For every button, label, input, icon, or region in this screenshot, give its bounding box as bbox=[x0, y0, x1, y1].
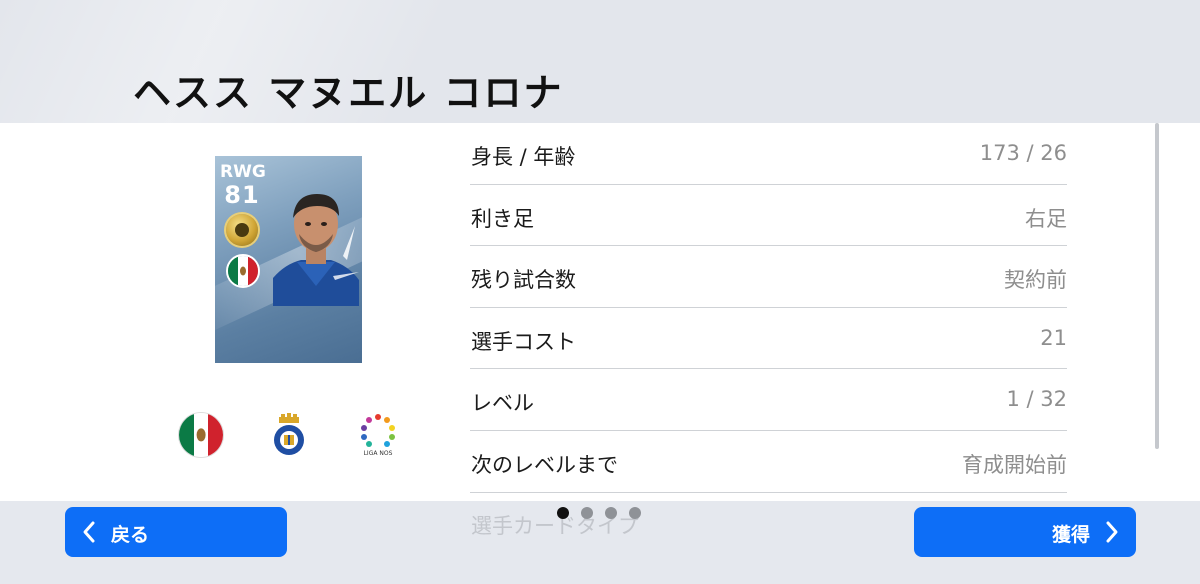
card-position: RWG bbox=[220, 162, 266, 182]
header-bar: ヘスス マヌエル コロナ bbox=[0, 0, 1200, 123]
detail-row-next-level: 次のレベルまで 育成開始前 bbox=[470, 431, 1067, 493]
page-dot-1[interactable] bbox=[557, 507, 569, 519]
detail-label: 次のレベルまで bbox=[471, 452, 618, 477]
page-dot-3[interactable] bbox=[605, 507, 617, 519]
detail-row-remaining-matches: 残り試合数 契約前 bbox=[470, 246, 1067, 308]
detail-value: 右足 bbox=[1025, 206, 1067, 231]
detail-value: 育成開始前 bbox=[962, 452, 1067, 477]
mexico-flag-icon bbox=[226, 254, 260, 288]
nationality-badge[interactable] bbox=[179, 413, 223, 457]
detail-row-level: レベル 1 / 32 bbox=[470, 369, 1067, 431]
detail-value: 契約前 bbox=[1004, 268, 1067, 293]
player-details-list: 身長 / 年齢 173 / 26 利き足 右足 残り試合数 契約前 選手コスト … bbox=[470, 123, 1067, 493]
back-button[interactable]: 戻る bbox=[65, 507, 287, 557]
back-button-label: 戻る bbox=[111, 524, 150, 546]
chevron-left-icon bbox=[83, 521, 95, 543]
player-card[interactable]: RWG 81 bbox=[215, 156, 362, 363]
detail-value: 21 bbox=[1040, 325, 1067, 350]
page-indicator bbox=[557, 507, 641, 519]
gold-medal-icon bbox=[226, 214, 258, 246]
chevron-right-icon bbox=[1106, 521, 1118, 543]
detail-row-player-cost: 選手コスト 21 bbox=[470, 308, 1067, 370]
player-name-title: ヘスス マヌエル コロナ bbox=[133, 71, 564, 115]
detail-label: 身長 / 年齢 bbox=[471, 145, 576, 169]
detail-label: 利き足 bbox=[471, 206, 534, 231]
details-scrollbar[interactable] bbox=[1155, 123, 1159, 449]
player-portrait bbox=[273, 194, 359, 306]
detail-row-height-age: 身長 / 年齢 173 / 26 bbox=[470, 123, 1067, 185]
acquire-button-label: 獲得 bbox=[1051, 524, 1090, 546]
detail-value: 173 / 26 bbox=[979, 141, 1067, 165]
detail-label: 残り試合数 bbox=[471, 268, 576, 293]
card-overall-rating: 81 bbox=[224, 181, 260, 209]
detail-row-preferred-foot: 利き足 右足 bbox=[470, 185, 1067, 247]
player-info-panel: RWG 81 LIGA NOS 身長 / 年齢 173 / 26 利き足 右足 … bbox=[0, 123, 1200, 501]
detail-label: レベル bbox=[471, 391, 534, 416]
detail-value: 1 / 32 bbox=[1006, 387, 1067, 412]
page-dot-4[interactable] bbox=[629, 507, 641, 519]
acquire-button[interactable]: 獲得 bbox=[914, 507, 1136, 557]
fc-porto-crest-icon[interactable] bbox=[267, 413, 311, 457]
svg-text:LIGA NOS: LIGA NOS bbox=[364, 450, 393, 457]
liga-nos-logo-icon[interactable]: LIGA NOS bbox=[356, 413, 400, 457]
detail-label: 選手コスト bbox=[471, 329, 576, 354]
page-dot-2[interactable] bbox=[581, 507, 593, 519]
